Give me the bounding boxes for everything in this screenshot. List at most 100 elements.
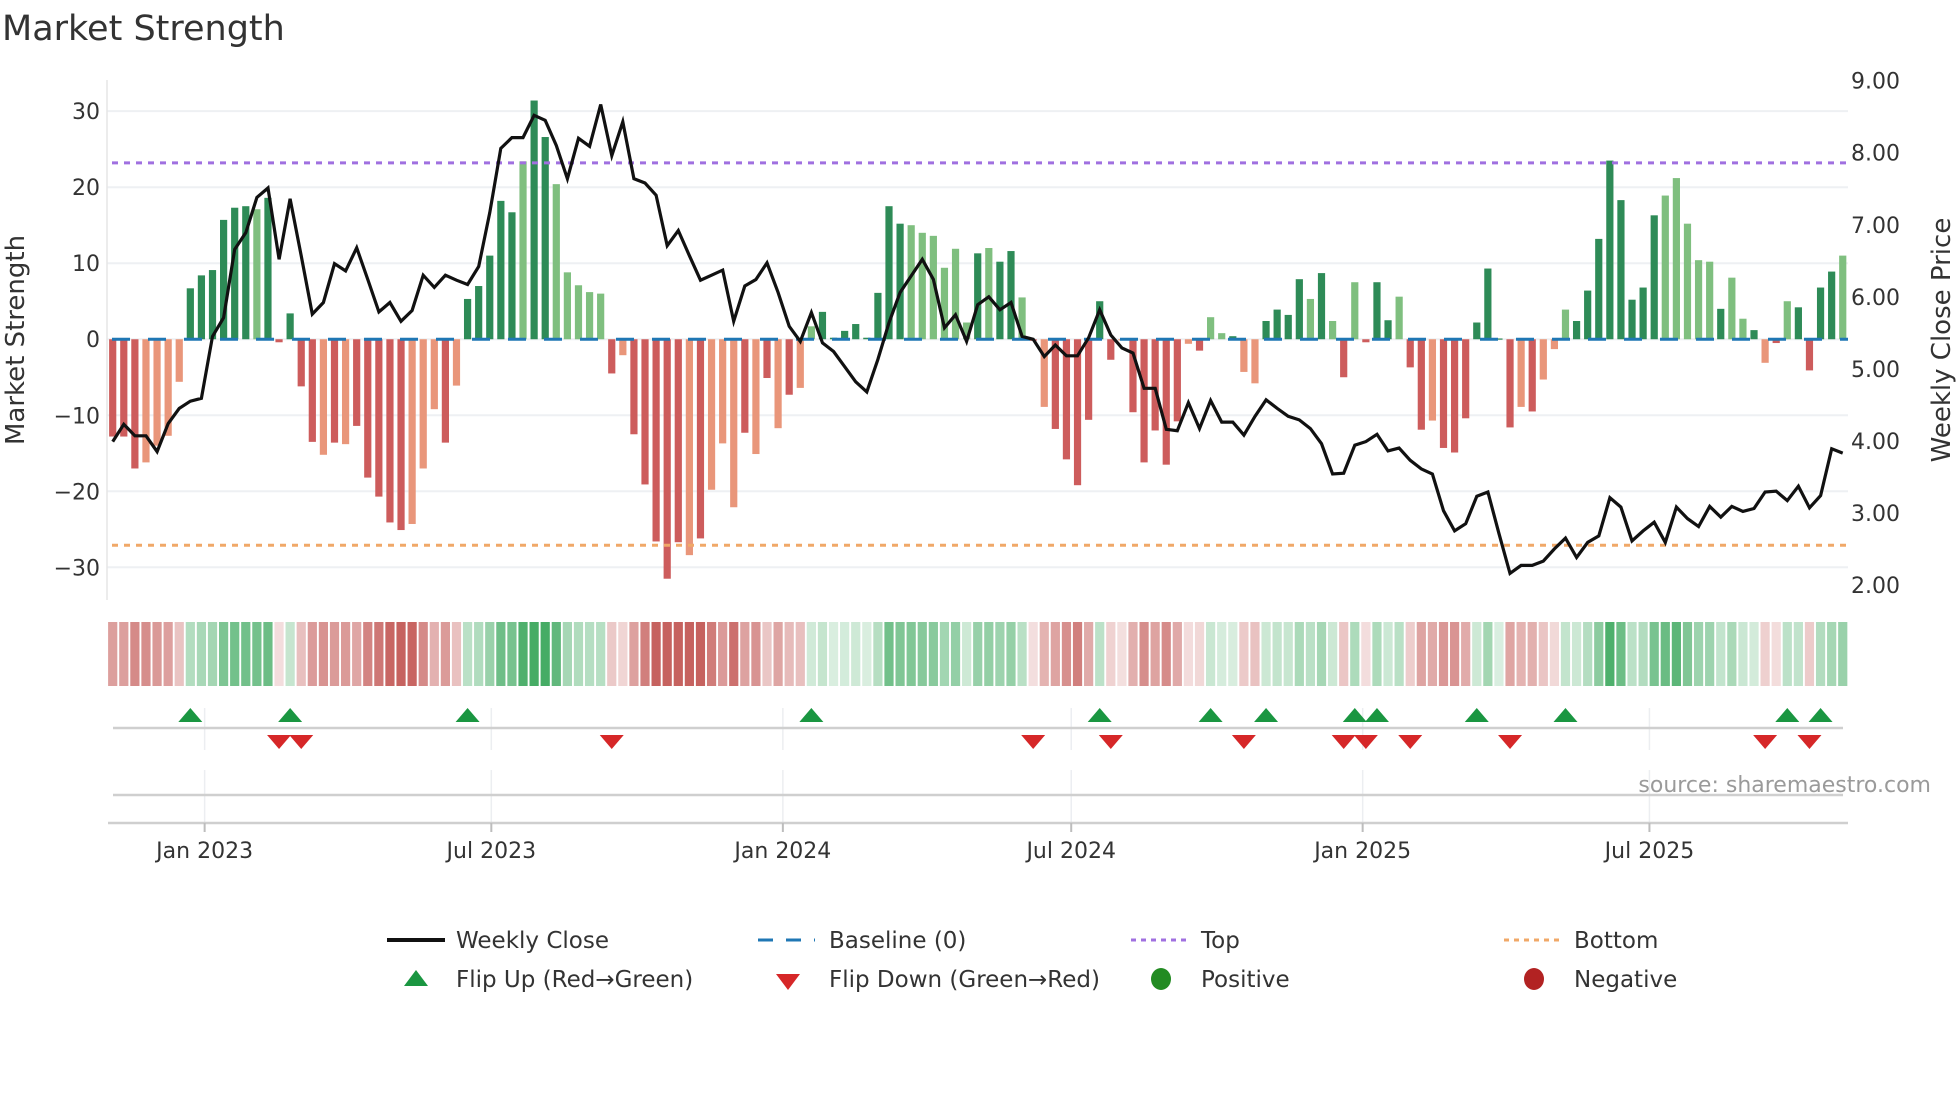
y-axis-right-ticks: 9.00 8.00 7.00 6.00 5.00 4.00 3.00 2.00 — [1851, 70, 1900, 599]
heat-cell-negative — [1117, 622, 1127, 686]
heat-cell-negative — [662, 622, 672, 686]
strength-bar-positive — [1794, 307, 1802, 340]
heat-cell-positive — [474, 622, 484, 686]
heat-cell-negative — [1416, 622, 1426, 686]
heat-cell-positive — [1017, 622, 1027, 686]
strength-bar-positive — [497, 200, 505, 340]
heat-cell-positive — [1316, 622, 1327, 686]
heat-cell-negative — [429, 622, 439, 686]
heat-cell-negative — [1760, 622, 1770, 686]
heat-cell-negative — [130, 622, 140, 686]
strength-bar-negative — [330, 339, 339, 443]
heat-cell-negative — [451, 622, 462, 686]
heat-cell-negative — [396, 622, 406, 686]
heat-cell-positive — [939, 622, 950, 686]
heat-cell-negative — [1039, 622, 1049, 686]
strength-bar-positive — [1329, 320, 1337, 340]
heat-cell-negative — [340, 622, 351, 686]
heat-cell-negative — [440, 622, 450, 686]
heat-cell-negative — [152, 622, 162, 686]
strength-bar-negative — [1450, 339, 1459, 453]
strength-bar-negative — [785, 339, 793, 395]
strength-bar-positive — [519, 161, 527, 340]
strength-bar-negative — [1085, 339, 1093, 420]
strength-bar-negative — [353, 339, 361, 426]
flip-down-marker-icon — [1398, 735, 1423, 749]
strength-bar-positive — [563, 272, 571, 340]
heat-cell-negative — [374, 622, 384, 686]
heat-cell-positive — [840, 622, 850, 686]
y2-tick-label: 6.00 — [1851, 286, 1900, 311]
strength-bar-positive — [508, 212, 516, 340]
strength-bar-negative — [397, 339, 405, 531]
flip-up-marker-icon — [799, 708, 824, 722]
heat-cell-positive — [1560, 622, 1571, 686]
strength-bar-positive — [1828, 271, 1836, 340]
y-tick-label: 20 — [72, 176, 100, 201]
heat-cell-negative — [385, 622, 395, 686]
flip-down-marker-icon — [1797, 735, 1822, 749]
heat-cell-positive — [806, 622, 816, 686]
heat-cell-negative — [407, 622, 417, 686]
heat-cell-negative — [706, 622, 717, 686]
heat-cell-positive — [1782, 622, 1792, 686]
strength-bar-negative — [1462, 339, 1470, 419]
heat-cell-positive — [1727, 622, 1737, 686]
heat-cell-positive — [1217, 622, 1227, 686]
y2-tick-label: 8.00 — [1851, 142, 1900, 167]
heat-cell-positive — [895, 622, 905, 686]
heat-cell-negative — [1461, 622, 1471, 686]
strength-bar-positive — [974, 253, 982, 340]
strength-bar-positive — [486, 255, 494, 340]
heat-cell-negative — [1527, 622, 1537, 686]
flip-down-marker-icon — [1231, 735, 1256, 749]
strength-bar-positive — [1317, 273, 1326, 340]
strength-bar-positive — [1295, 279, 1303, 340]
strength-bar-negative — [1184, 339, 1193, 344]
heat-cell-positive — [862, 622, 872, 686]
heat-cell-negative — [1549, 622, 1559, 686]
heat-cell-negative — [352, 622, 362, 686]
heat-cell-positive — [1671, 622, 1681, 686]
heat-cell-positive — [962, 622, 972, 686]
heat-cell-positive — [518, 622, 528, 686]
strength-bar-negative — [630, 339, 638, 435]
heat-cell-negative — [329, 622, 340, 686]
strength-bar-negative — [1417, 339, 1425, 430]
circle-positive-icon — [1151, 968, 1171, 990]
heat-cell-negative — [1139, 622, 1149, 686]
strength-bar-negative — [308, 339, 316, 442]
heat-cell-positive — [873, 622, 883, 686]
heat-cell-positive — [507, 622, 517, 686]
y2-tick-label: 7.00 — [1851, 214, 1900, 239]
heat-cell-negative — [1194, 622, 1205, 686]
heat-cell-negative — [1339, 622, 1349, 686]
flip-up-marker-icon — [1364, 708, 1389, 722]
flip-down-marker-icon — [599, 735, 624, 749]
heat-cell-positive — [984, 622, 994, 686]
strength-bar-negative — [774, 339, 782, 429]
heat-cell-positive — [1638, 622, 1648, 686]
heat-cell-negative — [695, 622, 706, 686]
legend-label: Negative — [1574, 967, 1677, 993]
flip-up-marker-icon — [278, 708, 303, 722]
heat-cell-positive — [496, 622, 506, 686]
strength-bar-positive — [552, 184, 560, 340]
strength-bar-positive — [1473, 322, 1481, 340]
flip-up-marker-icon — [1775, 708, 1800, 722]
heat-cell-negative — [1516, 622, 1526, 686]
heat-cell-positive — [1350, 622, 1360, 686]
y-axis-left-label: Market Strength — [1, 235, 31, 445]
strength-bar-positive — [1672, 178, 1680, 340]
legend-item-flip-down: Flip Down (Green→Red) — [776, 967, 1100, 993]
heat-cell-positive — [1328, 622, 1338, 686]
heat-cell-positive — [1206, 622, 1216, 686]
strength-bar-negative — [1406, 339, 1414, 368]
y2-tick-label: 4.00 — [1851, 430, 1900, 455]
strength-bar-positive — [197, 275, 206, 340]
strength-bar-positive — [874, 292, 882, 340]
heat-cell-negative — [1172, 622, 1182, 686]
strength-bar-negative — [1151, 339, 1159, 431]
heat-cell-negative — [1028, 622, 1038, 686]
strength-bar-negative — [120, 339, 128, 437]
